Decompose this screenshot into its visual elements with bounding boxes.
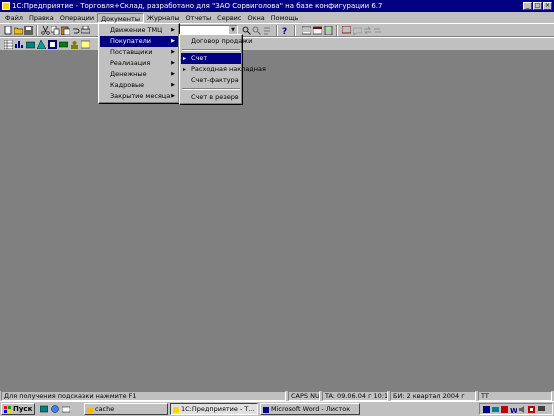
svg-text:W: W (510, 407, 517, 413)
menu-separator (182, 88, 240, 90)
menu-documents[interactable]: Документы (97, 12, 144, 23)
cut-icon[interactable] (41, 26, 50, 35)
menu-item-tax-invoice[interactable]: Счет-фактура (181, 75, 241, 86)
documents-menu: Движение ТМЦ ▶ Покупатели ▶ Поставщики ▶ Ре… (98, 23, 180, 104)
documents-toolbar (0, 37, 554, 51)
minimize-button[interactable]: _ (523, 2, 532, 10)
goods-icon[interactable] (26, 40, 35, 49)
menu-service[interactable]: Сервис (214, 13, 244, 23)
word-icon (263, 406, 269, 413)
menu-windows[interactable]: Окна (244, 13, 267, 23)
menu-item-reserve-invoice[interactable]: Счет в резерв (181, 92, 241, 103)
title-bar[interactable]: 1С:Предприятие - Торговля+Склад, разрабо… (0, 0, 554, 12)
suppliers-icon[interactable] (48, 40, 57, 49)
find-icon[interactable] (242, 26, 251, 35)
volume-icon[interactable] (519, 406, 526, 413)
1c-icon (173, 406, 179, 413)
employees-icon[interactable] (70, 40, 79, 49)
network-icon[interactable] (492, 406, 499, 413)
buyers-submenu: Договор продажи ▸ Счет ▸ Расходная накладн… (179, 34, 266, 105)
menu-item-realization[interactable]: Реализация ▶ (100, 58, 178, 69)
window-list-icon[interactable] (302, 26, 311, 35)
transfer-icon[interactable] (363, 26, 372, 35)
menu-item-invoice[interactable]: ▸ Счет (181, 53, 241, 64)
status-date: TA: 09.06.04 г 10:10:05 (322, 391, 388, 401)
menu-separator (182, 49, 240, 51)
new-document-icon[interactable] (4, 26, 13, 35)
table-icon[interactable] (4, 40, 13, 49)
menu-item-personnel[interactable]: Кадровые ▶ (100, 80, 178, 91)
start-label: Пуск (13, 405, 33, 413)
open-folder-icon[interactable] (14, 26, 23, 35)
menu-item-buyers[interactable]: Покупатели ▶ (100, 36, 178, 47)
windows-logo-icon (4, 406, 11, 413)
window-title: 1С:Предприятие - Торговля+Склад, разрабо… (12, 2, 383, 10)
buyers-icon[interactable] (37, 40, 46, 49)
find-next-icon[interactable] (252, 26, 261, 35)
calculator-icon[interactable] (324, 26, 333, 35)
status-hint: Для получения подсказки нажмите F1 (1, 391, 286, 401)
task-word[interactable]: Microsoft Word - Листок (260, 403, 360, 415)
task-1c-enterprise[interactable]: 1С:Предприятие - Т... (170, 403, 258, 415)
monitor-icon[interactable] (342, 26, 351, 35)
status-extra: TT (478, 391, 552, 401)
mixer-icon[interactable] (528, 406, 535, 413)
money-icon[interactable] (59, 40, 68, 49)
exchange-icon[interactable] (373, 26, 382, 35)
task-cache[interactable]: cache (84, 403, 168, 415)
language-icon[interactable] (483, 406, 490, 413)
menu-operations[interactable]: Операции (57, 13, 97, 23)
menu-item-sales-invoice[interactable]: ▸ Расходная накладная (181, 64, 266, 75)
copy-icon[interactable] (51, 26, 60, 35)
menu-item-suppliers[interactable]: Поставщики ▶ (100, 47, 178, 58)
status-bar: Для получения подсказки нажмите F1 CAPS … (0, 391, 554, 401)
status-keyboard-mode: CAPS NUM (288, 391, 320, 401)
menu-bar: Файл Правка Операции Документы Журналы О… (0, 12, 554, 23)
help-icon[interactable]: ? (281, 26, 290, 35)
menu-item-money[interactable]: Денежные ▶ (100, 69, 178, 80)
menu-file[interactable]: Файл (2, 13, 26, 23)
print-icon[interactable] (81, 26, 90, 35)
browser-icon[interactable] (51, 405, 59, 413)
folder-icon (87, 406, 93, 413)
app-icon[interactable] (2, 2, 10, 10)
menu-journals[interactable]: Журналы (144, 13, 183, 23)
message-icon[interactable] (353, 26, 362, 35)
checkmark-icon: ▸ (183, 66, 187, 73)
calendar-icon[interactable] (313, 26, 322, 35)
word-tray-icon[interactable]: W (510, 406, 518, 415)
taskbar: Пуск cache 1С:Предприятие - Т... Microso… (0, 401, 554, 416)
mail-icon[interactable] (61, 405, 71, 413)
svg-text:?: ? (282, 27, 287, 35)
monitor-tray-icon[interactable] (538, 406, 545, 413)
menu-reports[interactable]: Отчеты (182, 13, 214, 23)
standard-toolbar: ▼ ? (0, 23, 554, 37)
save-icon[interactable] (24, 26, 33, 35)
maximize-button[interactable]: □ (533, 2, 542, 10)
start-button[interactable]: Пуск (1, 403, 35, 415)
desktop-icon[interactable] (39, 405, 49, 413)
menu-item-sales-contract[interactable]: Договор продажи (181, 36, 252, 47)
status-period: БИ: 2 квартал 2004 г (390, 391, 476, 401)
menu-item-movement[interactable]: Движение ТМЦ ▶ (100, 25, 178, 36)
checkmark-icon: ▸ (183, 55, 187, 62)
system-tray: W (479, 403, 553, 415)
menu-help[interactable]: Помощь (268, 13, 302, 23)
replace-icon[interactable] (263, 26, 272, 35)
antivirus-icon[interactable] (501, 406, 508, 413)
reports-icon[interactable] (81, 40, 90, 49)
undo-icon[interactable] (71, 26, 80, 35)
paste-icon[interactable] (61, 26, 70, 35)
chart-icon[interactable] (15, 40, 24, 49)
close-button[interactable]: × (543, 2, 552, 10)
menu-item-month-close[interactable]: Закрытие месяца ▶ (100, 91, 178, 102)
menu-edit[interactable]: Правка (26, 13, 57, 23)
